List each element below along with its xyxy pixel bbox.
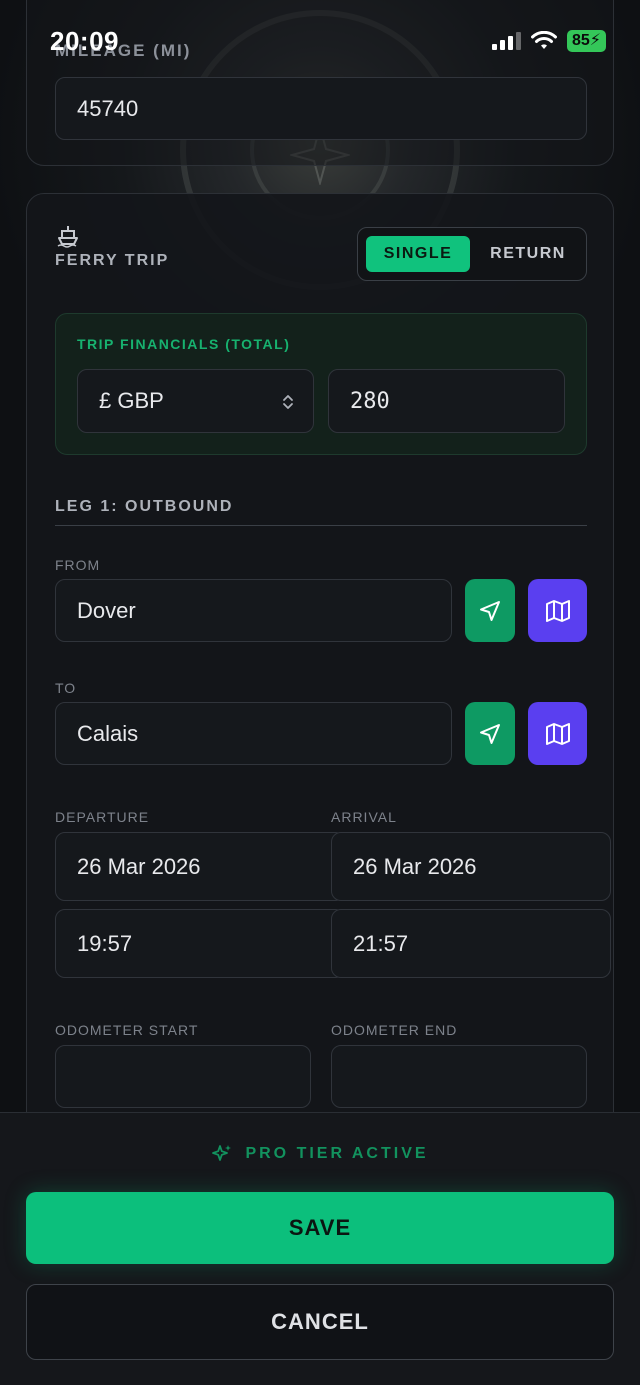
arrival-time-input[interactable]: 21:57 bbox=[331, 909, 611, 978]
leg-title: LEG 1: OUTBOUND bbox=[55, 498, 234, 515]
pro-tier-text: PRO TIER ACTIVE bbox=[245, 1145, 429, 1162]
odometer-start-input[interactable] bbox=[55, 1045, 311, 1108]
to-label: TO bbox=[55, 680, 77, 696]
ferry-trip-title: FERRY TRIP bbox=[55, 252, 170, 269]
departure-time-input[interactable]: 19:57 bbox=[55, 909, 345, 978]
from-map-button[interactable] bbox=[528, 579, 587, 642]
trip-financials-box: TRIP FINANCIALS (TOTAL) £ GBP 280 bbox=[55, 313, 587, 455]
to-locate-button[interactable] bbox=[465, 702, 515, 765]
bottom-action-bar: PRO TIER ACTIVE SAVE CANCEL bbox=[0, 1112, 640, 1385]
trip-type-toggle: SINGLE RETURN bbox=[357, 227, 587, 281]
save-button[interactable]: SAVE bbox=[26, 1192, 614, 1264]
odometer-start-label: ODOMETER START bbox=[55, 1022, 199, 1038]
map-icon bbox=[545, 599, 570, 622]
arrival-label: ARRIVAL bbox=[331, 809, 397, 825]
return-option[interactable]: RETURN bbox=[476, 236, 580, 272]
from-locate-button[interactable] bbox=[465, 579, 515, 642]
pro-tier-indicator: PRO TIER ACTIVE bbox=[0, 1143, 640, 1165]
trip-financials-title: TRIP FINANCIALS (TOTAL) bbox=[77, 336, 291, 352]
mileage-input[interactable]: 45740 bbox=[55, 77, 587, 140]
status-time: 20:09 bbox=[50, 26, 119, 56]
cellular-signal-icon bbox=[491, 32, 521, 50]
departure-date-input[interactable]: 26 Mar 2026 bbox=[55, 832, 345, 901]
odometer-end-label: ODOMETER END bbox=[331, 1022, 458, 1038]
single-option[interactable]: SINGLE bbox=[366, 236, 470, 272]
navigation-arrow-icon bbox=[480, 600, 500, 621]
ship-icon bbox=[57, 226, 78, 248]
from-input[interactable]: Dover bbox=[55, 579, 452, 642]
chevron-updown-icon bbox=[283, 395, 293, 409]
ferry-trip-card: FERRY TRIP SINGLE RETURN TRIP FINANCIALS… bbox=[26, 193, 614, 1153]
battery-indicator: 85⚡ bbox=[566, 30, 606, 52]
arrival-date-input[interactable]: 26 Mar 2026 bbox=[331, 832, 611, 901]
amount-input[interactable]: 280 bbox=[328, 369, 565, 433]
to-input[interactable]: Calais bbox=[55, 702, 452, 765]
leg-divider bbox=[55, 525, 587, 526]
cancel-button[interactable]: CANCEL bbox=[26, 1284, 614, 1360]
from-label: FROM bbox=[55, 557, 101, 573]
departure-label: DEPARTURE bbox=[55, 809, 150, 825]
navigation-arrow-icon bbox=[480, 723, 500, 744]
currency-select[interactable]: £ GBP bbox=[77, 369, 314, 433]
sparkle-icon bbox=[212, 1145, 232, 1161]
odometer-end-input[interactable] bbox=[331, 1045, 587, 1108]
to-map-button[interactable] bbox=[528, 702, 587, 765]
status-bar: 20:09 85⚡ bbox=[0, 0, 640, 80]
wifi-icon bbox=[530, 31, 557, 49]
map-icon bbox=[545, 722, 570, 745]
charging-bolt-icon: ⚡ bbox=[589, 32, 601, 49]
